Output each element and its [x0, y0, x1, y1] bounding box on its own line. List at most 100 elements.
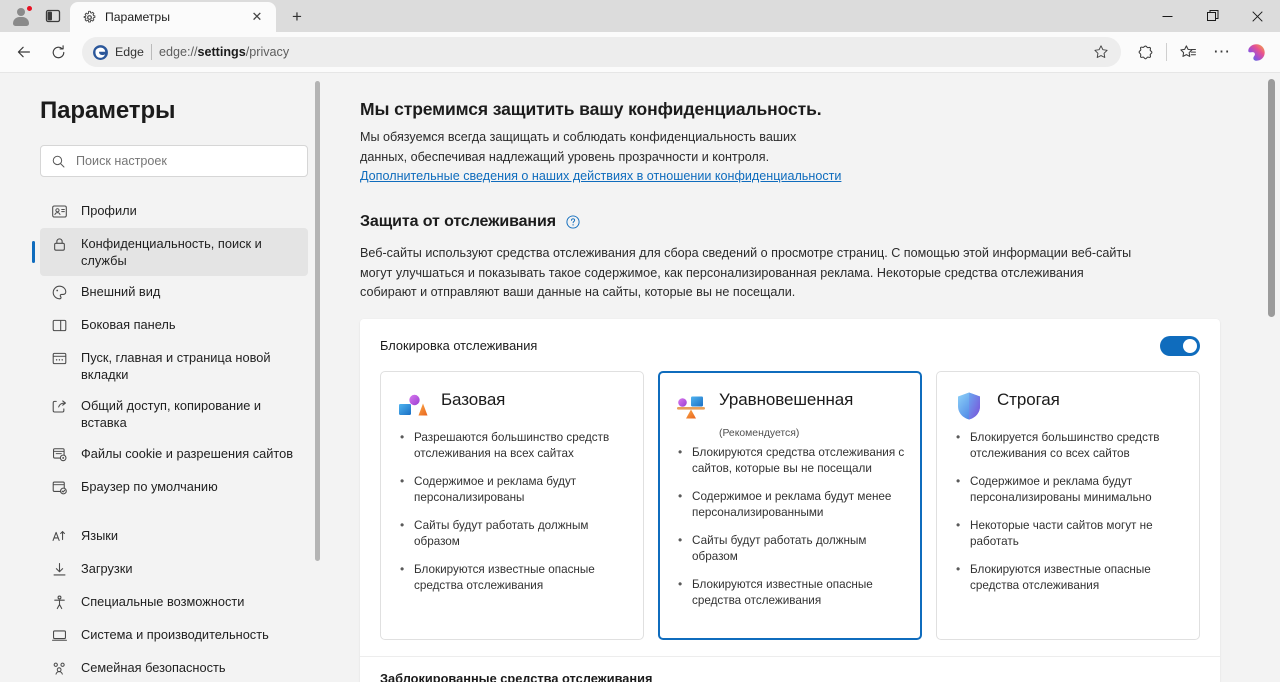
family-safety-icon — [53, 662, 65, 675]
settings-content: Мы стремимся защитить вашу конфиденциаль… — [332, 73, 1280, 682]
url-suffix: /privacy — [245, 45, 290, 59]
sidebar-item-languages[interactable]: Языки — [40, 520, 308, 553]
browser-tab[interactable]: Параметры ✕ — [70, 2, 276, 32]
card-bullet: Разрешаются большинство средств отслежив… — [397, 429, 627, 463]
help-circle-icon[interactable] — [565, 214, 581, 230]
sidebar-item-family-safety[interactable]: Семейная безопасность — [40, 652, 308, 682]
card-title: Строгая — [997, 389, 1060, 409]
address-bar-url: edge://settings/privacy — [159, 45, 1080, 59]
shield-icon — [958, 392, 980, 419]
avatar-head — [17, 8, 25, 16]
sidebar-inner: Параметры Поиск настроек Профили Конфиде… — [0, 73, 332, 682]
edge-logo-icon — [93, 44, 108, 60]
sidebar-item-label: Система и производительность — [81, 627, 269, 642]
sidebar-item-accessibility[interactable]: Специальные возможности — [40, 586, 308, 619]
system-icon — [51, 630, 68, 641]
section-heading: Защита от отслеживания — [360, 213, 556, 230]
sidebar-item-label: Браузер по умолчанию — [81, 479, 218, 494]
tracking-card-balanced[interactable]: Уравновешенная (Рекомендуется) Блокируют… — [658, 370, 922, 640]
card-recommended-label: (Рекомендуется) — [719, 427, 800, 439]
toolbar-divider — [1166, 43, 1167, 61]
back-button[interactable] — [8, 36, 40, 68]
sidebar-item-cookies-site-permissions[interactable]: Файлы cookie и разрешения сайтов — [40, 438, 308, 471]
sidebar-item-start-home-newtab[interactable]: Пуск, главная и страница новой вкладки — [40, 342, 308, 390]
blocked-trackers-title: Заблокированные средства отслеживания — [380, 670, 653, 682]
sidebar-item-system-performance[interactable]: Система и производительность — [40, 619, 308, 652]
sidebar-item-downloads[interactable]: Загрузки — [40, 553, 308, 586]
tracking-prevention-toggle-row: Блокировка отслеживания — [360, 319, 1220, 371]
notification-dot — [26, 5, 33, 12]
edge-badge-label: Edge — [115, 45, 144, 59]
window-maximize-button[interactable] — [1190, 0, 1235, 32]
refresh-icon — [52, 44, 64, 58]
card-bullet: Блокируются известные опасные средства о… — [675, 576, 905, 610]
home-page-icon — [52, 352, 67, 365]
browser-essentials-button[interactable] — [1129, 36, 1161, 68]
sidebar-item-sidebar-panel[interactable]: Боковая панель — [40, 309, 308, 342]
sidebar-item-label: Специальные возможности — [81, 594, 245, 609]
blocked-trackers-row[interactable]: Заблокированные средства отслеживания Пр… — [360, 655, 1220, 682]
search-settings-input[interactable]: Поиск настроек — [40, 145, 308, 177]
privacy-learn-more-link[interactable]: Дополнительные сведения о наших действия… — [360, 169, 841, 183]
sidebar-scrollbar[interactable] — [315, 81, 320, 561]
toggle-label: Блокировка отслеживания — [380, 338, 538, 353]
content-heading: Мы стремимся защитить вашу конфиденциаль… — [360, 99, 822, 119]
sidebar-item-share-copy-paste[interactable]: Общий доступ, копирование и вставка — [40, 390, 308, 438]
language-icon — [52, 531, 65, 541]
blocked-trackers-text: Заблокированные средства отслеживания Пр… — [380, 671, 720, 682]
add-favorite-button[interactable] — [1087, 39, 1115, 65]
share-icon — [52, 400, 66, 413]
page-scrollbar[interactable] — [1268, 79, 1275, 317]
card-bullet: Блокируются известные опасные средства о… — [397, 561, 627, 595]
sidebar-panel-icon — [52, 319, 67, 332]
omnibox-separator — [150, 44, 152, 60]
refresh-button[interactable] — [42, 36, 74, 68]
window-close-button[interactable] — [1235, 0, 1280, 32]
accessibility-icon — [54, 595, 65, 610]
tracking-level-cards: Базовая Разрешаются большинство средств … — [360, 370, 1220, 656]
more-options-button[interactable]: ⋯ — [1206, 36, 1238, 68]
search-icon — [52, 155, 65, 167]
profile-card-icon — [52, 205, 67, 218]
card-bullets: Разрешаются большинство средств отслежив… — [397, 429, 627, 595]
card-header: Базовая — [397, 388, 627, 422]
card-header: Уравновешенная — [675, 388, 905, 422]
cookie-permissions-icon — [53, 448, 67, 462]
tracking-prevention-toggle[interactable] — [1160, 335, 1200, 356]
tab-close-button[interactable]: ✕ — [246, 6, 268, 28]
tracking-prevention-panel: Блокировка отслеживания Базовая • Разреш… — [360, 318, 1220, 682]
card-title: Базовая — [441, 389, 506, 409]
address-bar[interactable]: Edge edge://settings/privacy — [82, 37, 1121, 67]
sidebar-item-profiles[interactable]: Профили — [40, 195, 308, 228]
card-bullet: Содержимое и реклама будут менее персона… — [675, 488, 905, 522]
sidebar-item-label: Общий доступ, копирование и вставка — [81, 398, 262, 430]
star-icon — [1094, 45, 1108, 58]
sidebar-item-default-browser[interactable]: Браузер по умолчанию — [40, 471, 308, 504]
copilot-button[interactable] — [1240, 36, 1272, 68]
sidebar-item-label: Языки — [81, 528, 119, 543]
tab-strip: Параметры ✕ + — [0, 0, 1280, 32]
card-bullet: Блокируется большинство средств отслежив… — [953, 429, 1183, 463]
window-minimize-button[interactable] — [1145, 0, 1190, 32]
card-bullet: Содержимое и реклама будут персонализиро… — [397, 473, 627, 507]
lead-line-1: Мы обязуемся всегда защищать и соблюдать… — [360, 130, 797, 144]
sidebar-item-label: Внешний вид — [81, 284, 161, 299]
sidebar-item-privacy-search-services[interactable]: Конфиденциальность, поиск и службы — [40, 228, 308, 276]
collections-button[interactable] — [1172, 36, 1204, 68]
edge-badge: Edge — [92, 44, 144, 61]
tracking-card-strict[interactable]: Строгая Блокируется большинство средств … — [936, 370, 1200, 640]
content-lead: Мы обязуемся всегда защищать и соблюдать… — [360, 128, 880, 167]
tab-actions-button[interactable] — [38, 3, 68, 29]
sidebar-item-appearance[interactable]: Внешний вид — [40, 276, 308, 309]
search-placeholder: Поиск настроек — [76, 154, 167, 168]
lead-line-2: данных, обеспечивая надлежащий уровень п… — [360, 149, 770, 164]
toggle-knob — [1183, 338, 1197, 353]
balance-scale-icon — [677, 396, 705, 418]
tracking-card-basic[interactable]: Базовая Разрешаются большинство средств … — [380, 370, 644, 640]
page-title: Параметры — [40, 97, 176, 124]
settings-page: Параметры Поиск настроек Профили Конфиде… — [0, 72, 1280, 682]
sidebar-item-label: Конфиденциальность, поиск и службы — [81, 236, 262, 268]
new-tab-button[interactable]: + — [282, 3, 312, 31]
profile-avatar-button[interactable] — [6, 3, 36, 29]
